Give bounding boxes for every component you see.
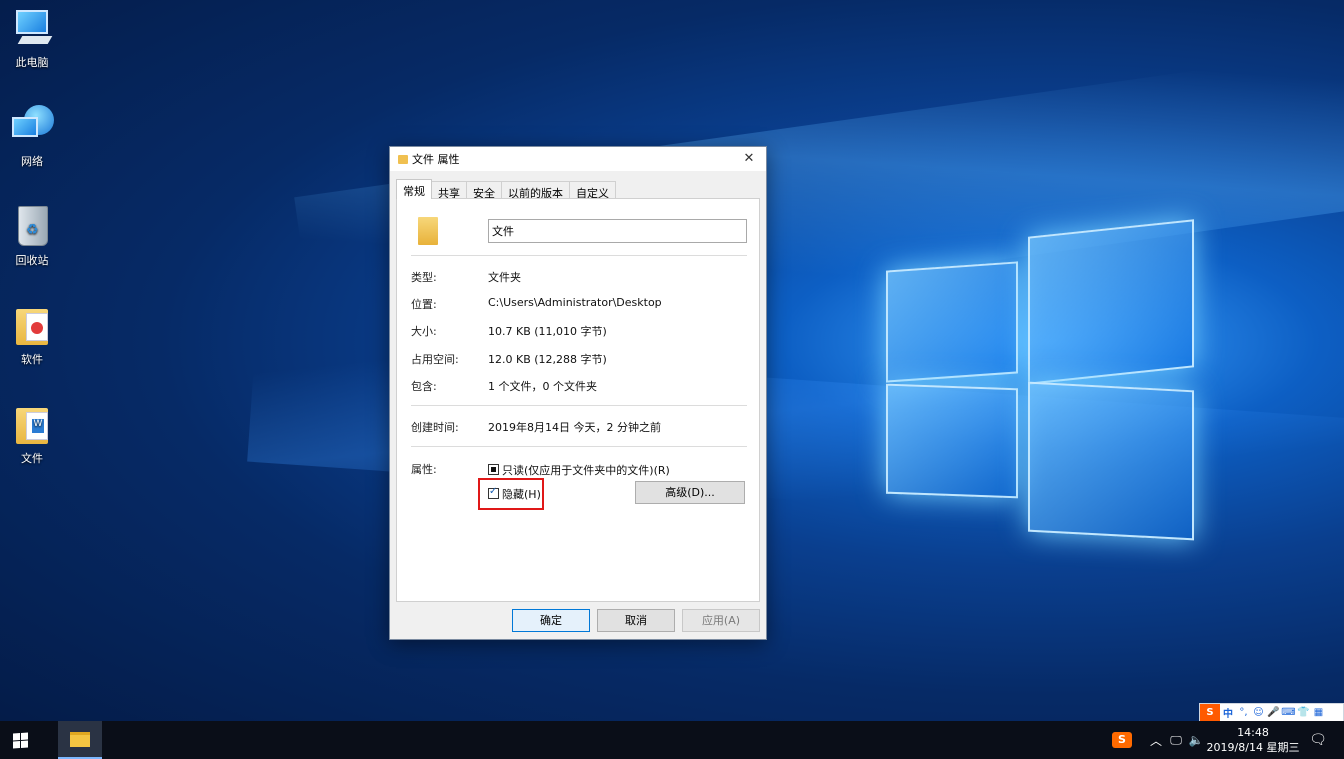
contains-label: 包含: xyxy=(411,380,437,393)
emoji-icon[interactable]: ☺ xyxy=(1251,707,1266,718)
microphone-icon[interactable]: 🎤 xyxy=(1266,707,1281,718)
taskbar: S ︿ 🖵 🔈 14:48 2019/8/14 星期三 🗨 xyxy=(0,721,1344,759)
file-explorer-icon xyxy=(70,731,90,747)
start-button[interactable] xyxy=(0,721,40,759)
location-label: 位置: xyxy=(411,298,437,311)
volume-icon[interactable]: 🔈 xyxy=(1186,733,1206,747)
clock-time: 14:48 xyxy=(1237,726,1269,739)
cancel-button[interactable]: 取消 xyxy=(597,609,675,632)
readonly-checkbox[interactable] xyxy=(488,464,499,475)
advanced-button[interactable]: 高级(D)... xyxy=(635,481,745,504)
windows-logo-wallpaper xyxy=(886,219,1196,541)
notification-icon[interactable]: 🗨 xyxy=(1300,732,1336,748)
created-value: 2019年8月14日 今天，2 分钟之前 xyxy=(488,421,661,434)
dialog-title: 文件 属性 xyxy=(412,153,460,166)
size-value: 10.7 KB (11,010 字节) xyxy=(488,325,607,338)
network-icon xyxy=(10,105,54,149)
chevron-up-icon[interactable]: ︿ xyxy=(1146,732,1166,749)
tab-sharing[interactable]: 共享 xyxy=(431,181,467,200)
type-value: 文件夹 xyxy=(488,271,521,284)
contains-value: 1 个文件，0 个文件夹 xyxy=(488,380,597,393)
desktop-icon-this-pc[interactable]: 此电脑 xyxy=(4,6,60,70)
desktop-icon-software[interactable]: 软件 xyxy=(4,303,60,367)
tab-security[interactable]: 安全 xyxy=(466,181,502,200)
readonly-label[interactable]: 只读(仅应用于文件夹中的文件)(R) xyxy=(502,462,670,478)
size-label: 大小: xyxy=(411,325,437,338)
punctuation-icon[interactable]: °, xyxy=(1236,707,1251,718)
clock-date: 2019/8/14 星期三 xyxy=(1206,741,1300,754)
skin-icon[interactable]: 👕 xyxy=(1296,707,1311,718)
ime-toolbar[interactable]: S 中 °, ☺ 🎤 ⌨ 👕 ▦ xyxy=(1199,703,1344,722)
sogou-logo-icon[interactable]: S xyxy=(1200,704,1220,721)
taskbar-file-explorer[interactable] xyxy=(58,721,102,759)
hidden-label[interactable]: 隐藏(H) xyxy=(502,486,541,502)
folder-name-input[interactable] xyxy=(488,219,747,243)
type-label: 类型: xyxy=(411,271,437,284)
created-label: 创建时间: xyxy=(411,421,459,434)
divider xyxy=(411,405,747,406)
desktop-icon-network[interactable]: 网络 xyxy=(4,105,60,169)
tab-customize[interactable]: 自定义 xyxy=(569,181,616,200)
tab-previous-versions[interactable]: 以前的版本 xyxy=(501,181,570,200)
ok-button[interactable]: 确定 xyxy=(512,609,590,632)
clock[interactable]: 14:48 2019/8/14 星期三 xyxy=(1206,725,1300,755)
folder-icon xyxy=(398,154,408,164)
desktop-icon-label: 此电脑 xyxy=(15,56,49,69)
tab-bar: 常规 共享 安全 以前的版本 自定义 xyxy=(396,179,616,200)
dialog-titlebar[interactable]: 文件 属性 ✕ xyxy=(390,147,766,171)
folder-icon xyxy=(418,217,438,245)
folder-icon xyxy=(10,402,54,446)
divider xyxy=(411,446,747,447)
desktop-icon-label: 软件 xyxy=(21,353,43,366)
desktop-icon-files[interactable]: 文件 xyxy=(4,402,60,466)
apply-button[interactable]: 应用(A) xyxy=(682,609,760,632)
tab-general[interactable]: 常规 xyxy=(396,179,432,199)
windows-start-icon xyxy=(12,731,28,749)
properties-dialog: 文件 属性 ✕ 常规 共享 安全 以前的版本 自定义 类型: 文件夹 位置: C… xyxy=(389,146,767,640)
attributes-label: 属性: xyxy=(411,463,437,476)
recycle-bin-icon: ♻ xyxy=(10,204,54,248)
ime-mode-toggle[interactable]: 中 xyxy=(1220,705,1236,720)
general-panel: 类型: 文件夹 位置: C:\Users\Administrator\Deskt… xyxy=(396,198,760,602)
close-button[interactable]: ✕ xyxy=(732,147,766,171)
desktop-icon-label: 回收站 xyxy=(15,254,49,267)
keyboard-icon[interactable]: ⌨ xyxy=(1281,707,1296,718)
location-value: C:\Users\Administrator\Desktop xyxy=(488,296,662,309)
sogou-tray-icon[interactable]: S xyxy=(1112,732,1132,748)
desktop-icon-label: 文件 xyxy=(21,452,43,465)
desktop-icon-label: 网络 xyxy=(21,155,43,168)
toolbox-icon[interactable]: ▦ xyxy=(1311,707,1326,718)
hidden-checkbox[interactable] xyxy=(488,486,499,499)
desktop-icon-recycle-bin[interactable]: ♻ 回收站 xyxy=(4,204,60,268)
disk-size-value: 12.0 KB (12,288 字节) xyxy=(488,353,607,366)
divider xyxy=(411,255,747,256)
system-tray: S ︿ 🖵 🔈 14:48 2019/8/14 星期三 🗨 xyxy=(1112,721,1344,759)
folder-icon xyxy=(10,303,54,347)
network-icon[interactable]: 🖵 xyxy=(1166,733,1186,748)
disk-size-label: 占用空间: xyxy=(411,353,459,366)
this-pc-icon xyxy=(10,6,54,50)
